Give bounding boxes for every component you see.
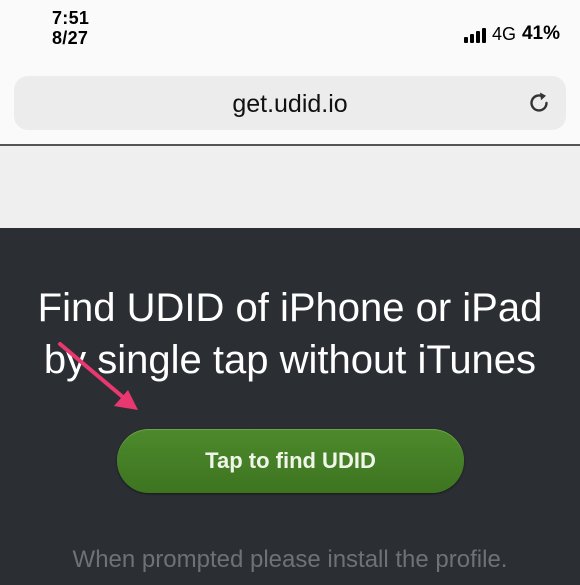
network-type: 4G [491, 24, 516, 44]
headline-line-1: Find UDID of iPhone or iPad [37, 286, 543, 330]
browser-toolbar: get.udid.io [0, 62, 580, 146]
find-udid-button[interactable]: Tap to find UDID [117, 429, 464, 493]
status-indicators: 4G 41% [463, 23, 560, 44]
address-bar[interactable]: get.udid.io [14, 76, 566, 130]
cellular-signal-icon [463, 27, 486, 43]
arrow-pointer-icon [58, 342, 138, 410]
install-profile-hint: When prompted please install the profile… [72, 546, 508, 573]
status-bar: 7:51 8/27 4G 41% [0, 0, 580, 62]
page-top-band [0, 146, 580, 228]
url-text[interactable]: get.udid.io [14, 90, 566, 118]
status-datetime: 7:51 8/27 [52, 8, 89, 48]
hero-section: Find UDID of iPhone or iPad by single ta… [0, 228, 580, 585]
status-time: 7:51 [52, 8, 90, 28]
status-date: 8/27 [52, 28, 89, 48]
reload-icon[interactable] [526, 90, 552, 116]
battery-percentage: 41% [521, 23, 560, 44]
